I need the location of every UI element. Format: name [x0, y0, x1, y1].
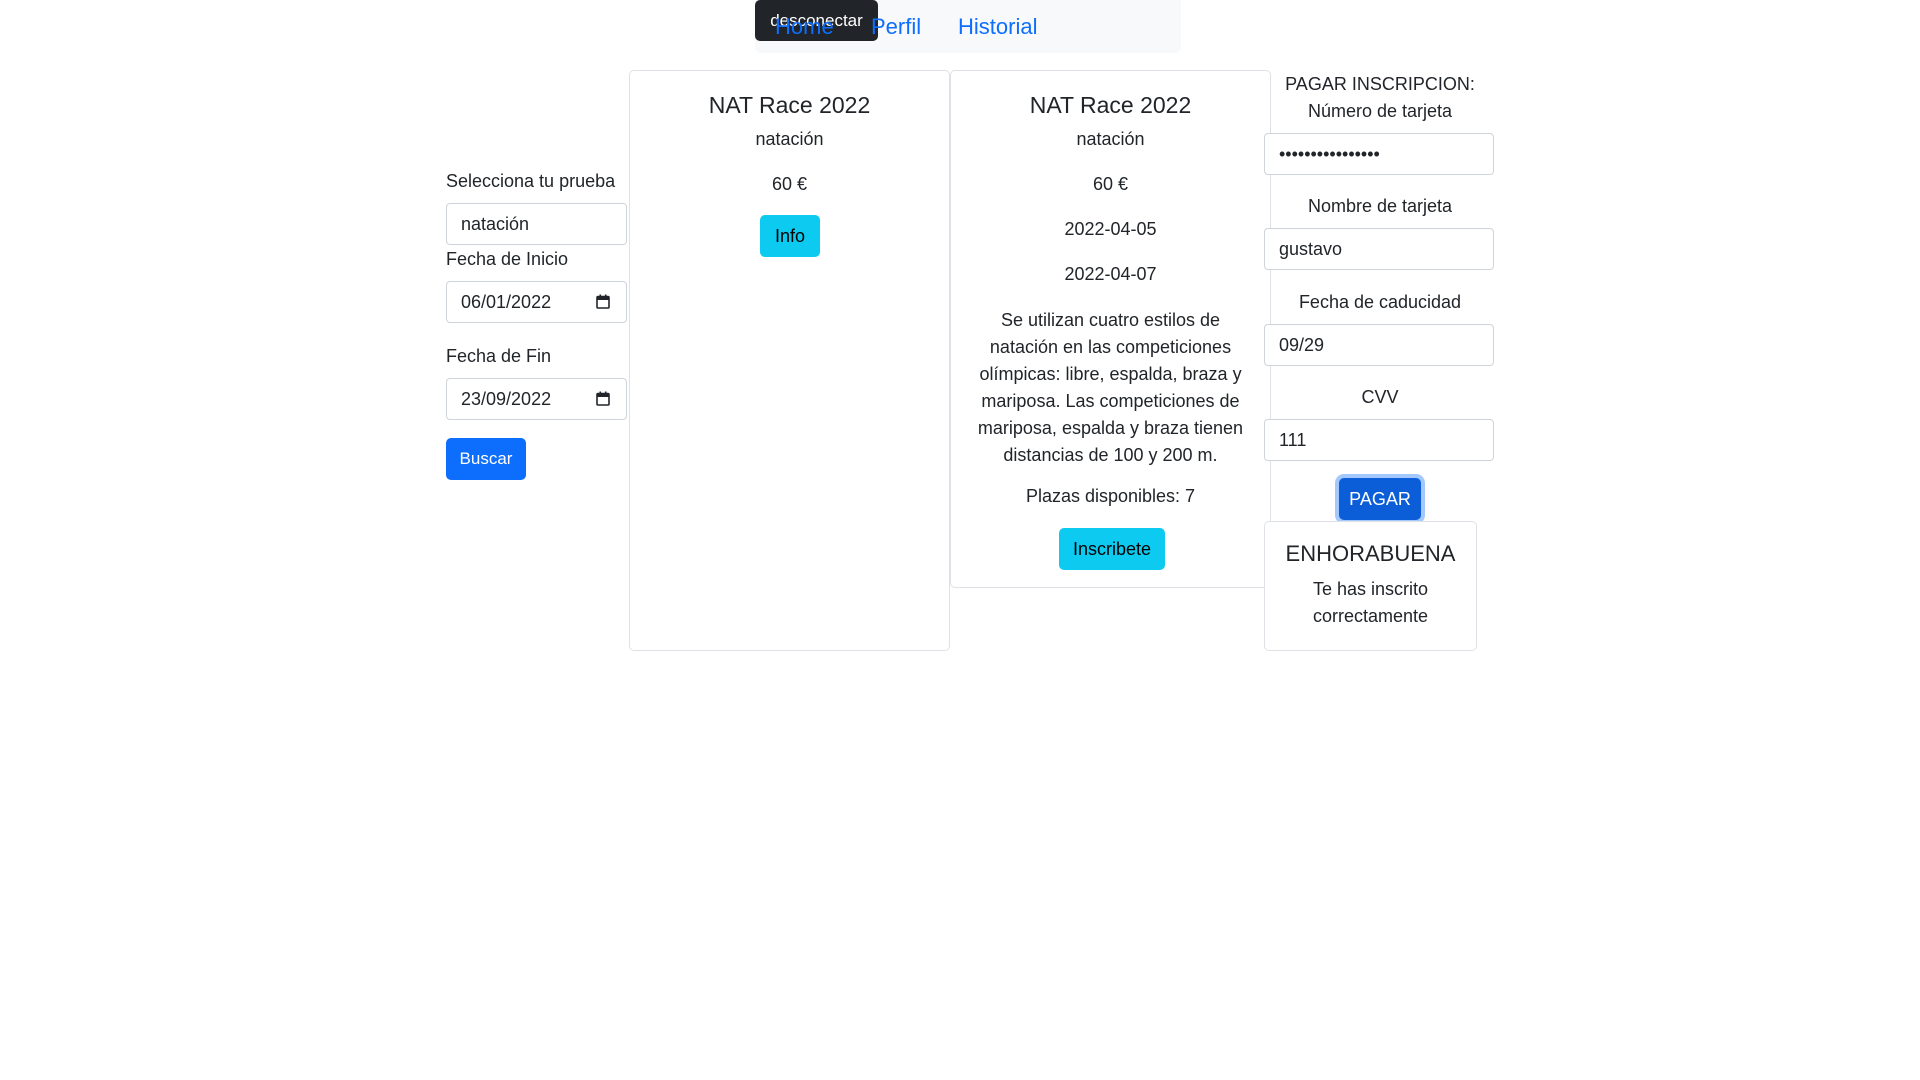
description-line: olímpicas: libre, espalda, braza y	[979, 364, 1242, 384]
plazas-disponibles: Plazas disponibles: 7	[1025, 486, 1196, 506]
race-detail-card: NAT Race 2022 natación 60 € 2022-04-05 2…	[950, 70, 1271, 588]
prueba-label: Selecciona tu prueba	[446, 171, 616, 191]
card-name-label: Nombre de tarjeta	[1307, 196, 1453, 216]
description-line: natación en las competiciones	[989, 337, 1232, 357]
race-card: NAT Race 2022 natación 60 € Info	[629, 70, 950, 651]
description-line: mariposa. Las competiciones de	[981, 391, 1240, 411]
card-number-input[interactable]: ••••••••••••••••	[1264, 133, 1494, 175]
description-line: Se utilizan cuatro estilos de	[1000, 310, 1221, 330]
inscribete-button[interactable]: Inscribete	[1059, 528, 1165, 570]
payment-heading: PAGAR INSCRIPCION:	[1285, 74, 1475, 94]
buscar-button[interactable]: Buscar	[446, 438, 526, 480]
success-line: correctamente	[1312, 606, 1429, 626]
card-title: NAT Race 2022	[1029, 92, 1192, 118]
card-end-date: 2022-04-07	[1064, 264, 1157, 284]
fecha-fin-input[interactable]: 23/09/2022	[446, 378, 627, 420]
description-line: mariposa, espalda y braza tienen	[977, 418, 1244, 438]
card-description: Se utilizan cuatro estilos de natación e…	[951, 307, 1270, 469]
success-title: ENHORABUENA	[1285, 541, 1456, 566]
nav-perfil-link[interactable]: Perfil	[871, 13, 921, 41]
card-price: 60 €	[771, 174, 808, 194]
fecha-inicio-value: 06/01/2022	[461, 292, 552, 312]
top-navbar: Home Perfil Historial desconectar	[755, 0, 1181, 53]
success-card: ENHORABUENA Te has inscrito correctament…	[1264, 521, 1477, 651]
card-start-date: 2022-04-05	[1064, 219, 1157, 239]
description-line: distancias de 100 y 200 m.	[1003, 445, 1218, 465]
card-price: 60 €	[1092, 174, 1129, 194]
prueba-input[interactable]: natación	[446, 203, 627, 245]
cvv-input[interactable]: 111	[1264, 419, 1494, 461]
cvv-label: CVV	[1361, 387, 1399, 407]
expiry-label: Fecha de caducidad	[1298, 292, 1462, 312]
nav-historial-link[interactable]: Historial	[958, 13, 1037, 41]
calendar-icon[interactable]	[596, 391, 610, 406]
card-sport: natación	[755, 129, 824, 149]
fecha-fin-label: Fecha de Fin	[446, 346, 552, 366]
card-title: NAT Race 2022	[708, 92, 871, 118]
expiry-input[interactable]: 09/29	[1264, 324, 1494, 366]
card-name-input[interactable]: gustavo	[1264, 228, 1494, 270]
fecha-inicio-label: Fecha de Inicio	[446, 249, 569, 269]
calendar-icon[interactable]	[596, 294, 610, 309]
card-sport: natación	[1076, 129, 1145, 149]
nav-home-link[interactable]: Home	[775, 13, 834, 41]
success-line: Te has inscrito	[1312, 579, 1429, 599]
info-button[interactable]: Info	[760, 215, 820, 257]
card-number-label: Número de tarjeta	[1307, 101, 1453, 121]
fecha-inicio-input[interactable]: 06/01/2022	[446, 281, 627, 323]
pagar-button[interactable]: PAGAR	[1339, 478, 1421, 520]
fecha-fin-value: 23/09/2022	[461, 389, 552, 409]
